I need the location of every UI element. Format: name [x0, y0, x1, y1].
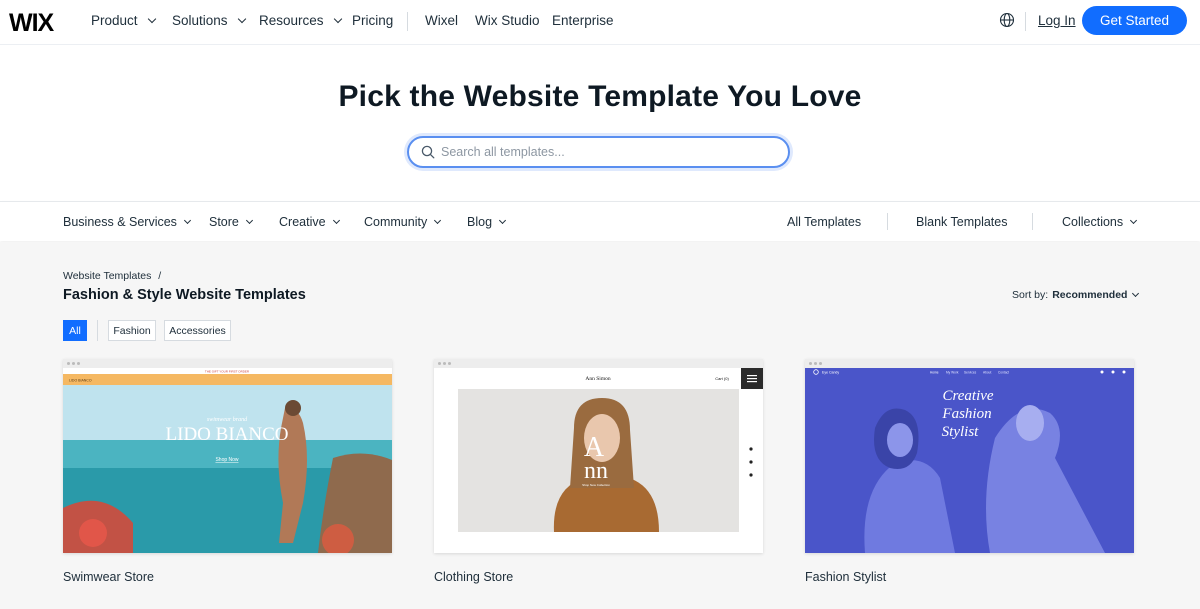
- preview-monogram-bottom: nn: [584, 458, 608, 484]
- template-card-clothing[interactable]: Ann Simon Cart (0) A nn Shop New Collect…: [434, 359, 763, 553]
- chevron-down-icon: [498, 216, 507, 225]
- nav-resources-label: Resources: [259, 13, 324, 28]
- preview-kicker: swimwear brand: [207, 417, 248, 423]
- chevron-down-icon: [237, 14, 246, 24]
- preview-tagline: Shop New Collection: [582, 483, 610, 487]
- template-preview-image: THE GIFT YOUR FIRST ORDER LIDO BIANCO sw…: [63, 368, 392, 553]
- template-search[interactable]: [407, 136, 790, 168]
- category-creative[interactable]: Creative: [279, 215, 340, 229]
- template-listing: Website Templates / Fashion & Style Webs…: [0, 242, 1200, 609]
- category-label: Store: [209, 215, 239, 229]
- get-started-button[interactable]: Get Started: [1082, 6, 1187, 35]
- browser-chrome: [805, 359, 1134, 368]
- category-label: Blog: [467, 215, 493, 229]
- globe-icon[interactable]: [999, 12, 1015, 28]
- preview-headline-3: Stylist: [942, 424, 979, 440]
- nav-enterprise[interactable]: Enterprise: [552, 13, 614, 28]
- chevron-down-icon: [147, 14, 156, 24]
- preview-cart: Cart (0): [715, 376, 729, 381]
- sort-label: Sort by:: [1012, 289, 1049, 301]
- category-community[interactable]: Community: [364, 215, 442, 229]
- nav-pricing-label: Pricing: [352, 13, 394, 28]
- template-preview-image: Ann Simon Cart (0) A nn Shop New Collect…: [434, 368, 763, 553]
- template-name[interactable]: Swimwear Store: [63, 570, 154, 584]
- category-divider: [1032, 213, 1033, 230]
- nav-enterprise-label: Enterprise: [552, 13, 614, 28]
- chevron-down-icon: [332, 216, 340, 225]
- category-bar: Business & Services Store Creative Commu…: [0, 201, 1200, 241]
- category-blog[interactable]: Blog: [467, 215, 507, 229]
- chevron-down-icon: [1132, 289, 1140, 298]
- template-name[interactable]: Fashion Stylist: [805, 570, 886, 584]
- chevron-down-icon: [1130, 216, 1138, 225]
- collections-label: Collections: [1062, 215, 1124, 229]
- search-icon: [421, 145, 435, 159]
- breadcrumb-website-templates[interactable]: Website Templates: [63, 270, 151, 282]
- all-templates-link[interactable]: All Templates: [787, 215, 861, 229]
- preview-menu-work: My Work: [946, 371, 959, 375]
- preview-menu-contact: Contact: [998, 371, 1009, 375]
- nav-solutions-label: Solutions: [172, 13, 228, 28]
- chevron-down-icon: [245, 216, 253, 225]
- wix-logo[interactable]: WIX: [9, 9, 54, 38]
- preview-headline: LIDO BIANCO: [166, 424, 289, 445]
- promo-banner-text: THE GIFT YOUR FIRST ORDER: [205, 370, 250, 374]
- nav-wixel[interactable]: Wixel: [425, 13, 458, 28]
- preview-cta: Shop Now: [215, 457, 238, 463]
- nav-product[interactable]: Product: [91, 13, 156, 28]
- template-card-swimwear[interactable]: THE GIFT YOUR FIRST ORDER LIDO BIANCO sw…: [63, 359, 392, 553]
- preview-headline-1: Creative: [942, 388, 993, 404]
- search-input[interactable]: [441, 145, 761, 159]
- blank-templates-label: Blank Templates: [916, 215, 1008, 229]
- nav-wix-studio[interactable]: Wix Studio: [475, 13, 540, 28]
- breadcrumb: Website Templates /: [63, 270, 161, 282]
- nav-resources[interactable]: Resources: [259, 13, 342, 28]
- preview-brand: LIDO BIANCO: [69, 379, 92, 383]
- category-store[interactable]: Store: [209, 215, 253, 229]
- preview-menu-about: About: [983, 371, 991, 375]
- all-templates-label: All Templates: [787, 215, 862, 229]
- browser-chrome: [63, 359, 392, 368]
- nav-divider: [407, 12, 408, 31]
- nav-product-label: Product: [91, 13, 138, 28]
- preview-headline-2: Fashion: [941, 406, 991, 422]
- browser-chrome: [434, 359, 763, 368]
- category-business-services[interactable]: Business & Services: [63, 215, 191, 229]
- page-title: Pick the Website Template You Love: [338, 80, 862, 113]
- preview-menu-services: Services: [964, 371, 977, 375]
- filter-accessories[interactable]: Accessories: [164, 320, 231, 341]
- filter-fashion[interactable]: Fashion: [108, 320, 156, 341]
- filter-all[interactable]: All: [63, 320, 87, 341]
- chevron-down-icon: [434, 216, 442, 225]
- nav-solutions[interactable]: Solutions: [172, 13, 246, 28]
- sort-dropdown[interactable]: Sort by: Recommended: [1012, 289, 1140, 301]
- category-divider: [887, 213, 888, 230]
- template-preview-image: Eye Candy Home My Work Services About Co…: [805, 368, 1134, 553]
- chevron-down-icon: [333, 14, 342, 24]
- template-name[interactable]: Clothing Store: [434, 570, 513, 584]
- category-label: Business & Services: [63, 215, 177, 229]
- chevron-down-icon: [183, 216, 191, 225]
- filter-divider: [97, 320, 98, 341]
- nav-pricing[interactable]: Pricing: [352, 13, 393, 28]
- sort-value: Recommended: [1052, 289, 1128, 301]
- category-label: Creative: [279, 215, 326, 229]
- breadcrumb-separator: /: [158, 270, 162, 282]
- category-label: Community: [364, 215, 428, 229]
- nav-divider: [1025, 12, 1026, 31]
- top-navigation: WIX Product Solutions Resources Pricing …: [0, 0, 1200, 45]
- preview-menu-home: Home: [930, 371, 939, 375]
- nav-wixel-label: Wixel: [425, 13, 458, 28]
- listing-title: Fashion & Style Website Templates: [63, 287, 306, 303]
- preview-brand: Ann Simon: [585, 376, 610, 382]
- login-link[interactable]: Log In: [1038, 13, 1076, 28]
- blank-templates-link[interactable]: Blank Templates: [916, 215, 1008, 229]
- template-card-fashion-stylist[interactable]: Eye Candy Home My Work Services About Co…: [805, 359, 1134, 553]
- collections-dropdown[interactable]: Collections: [1062, 215, 1138, 229]
- preview-brand: Eye Candy: [822, 371, 839, 375]
- nav-wix-studio-label: Wix Studio: [475, 13, 540, 28]
